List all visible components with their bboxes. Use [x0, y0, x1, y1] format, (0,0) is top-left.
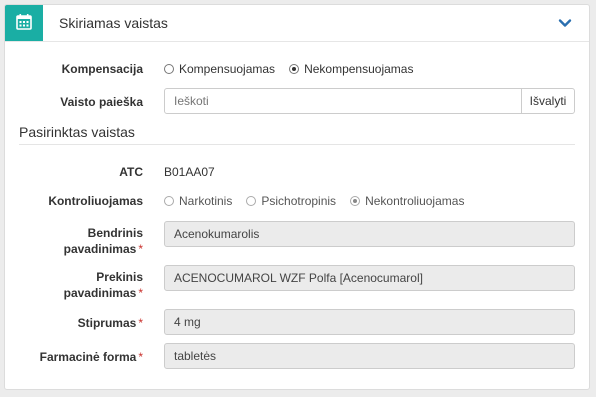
section-title: Pasirinktas vaistas	[19, 124, 135, 140]
radio-label: Psichotropinis	[261, 194, 337, 208]
generic-name-field[interactable]: Acenokumarolis	[164, 221, 575, 247]
label-line: Prekinis	[96, 270, 143, 284]
trade-name-field[interactable]: ACENOCUMAROL WZF Polfa [Acenocumarol]	[164, 265, 575, 291]
radio-label: Narkotinis	[179, 194, 233, 208]
radio-circle[interactable]	[164, 196, 174, 206]
drug-search-input[interactable]	[164, 88, 522, 114]
chevron-down-icon[interactable]	[557, 15, 573, 31]
compensation-radio-group: Kompensuojamas Nekompensuojamas	[164, 62, 427, 76]
label-line: pavadinimas *	[64, 285, 143, 301]
radio-nekontroliuojamas[interactable]: Nekontroliuojamas	[350, 194, 464, 208]
trade-name-label: Prekinis pavadinimas *	[64, 269, 143, 301]
generic-name-label: Bendrinis pavadinimas *	[64, 225, 143, 257]
required-marker: *	[138, 242, 143, 256]
label-text: pavadinimas	[63, 286, 137, 300]
atc-value: B01AA07	[164, 165, 215, 179]
required-marker: *	[138, 316, 143, 330]
strength-label: Stiprumas *	[78, 316, 143, 330]
radio-label: Nekompensuojamas	[304, 62, 414, 76]
radio-circle[interactable]	[164, 64, 174, 74]
pharma-form-label: Farmacinė forma *	[40, 350, 143, 364]
radio-label: Nekontroliuojamas	[365, 194, 465, 208]
required-marker: *	[138, 350, 143, 364]
atc-label: ATC	[119, 165, 143, 179]
label-text: pavadinimas	[63, 242, 137, 256]
radio-psichotropinis[interactable]: Psichotropinis	[246, 194, 336, 208]
label-text: Stiprumas	[77, 316, 137, 330]
panel-header[interactable]: Skiriamas vaistas	[5, 5, 589, 42]
label-text: Farmacinė forma	[39, 350, 137, 364]
radio-circle[interactable]	[246, 196, 257, 206]
compensation-label: Kompensacija	[61, 62, 143, 76]
radio-label: Kompensuojamas	[179, 62, 276, 76]
panel-title: Skiriamas vaistas	[59, 15, 168, 31]
radio-circle-selected[interactable]	[289, 64, 300, 74]
calendar-icon	[5, 5, 43, 41]
drug-search-label: Vaisto paieška	[60, 95, 143, 109]
radio-circle-selected[interactable]	[350, 196, 361, 206]
clear-button[interactable]: Išvalyti	[521, 88, 575, 114]
required-marker: *	[138, 286, 143, 300]
label-line: Bendrinis	[87, 226, 143, 240]
label-line: pavadinimas *	[64, 241, 143, 257]
controlled-radio-group: Narkotinis Psichotropinis Nekontroliuoja…	[164, 194, 478, 208]
prescribed-drug-panel: Skiriamas vaistas Kompensacija Kompensuo…	[4, 4, 590, 390]
radio-kompensuojamas[interactable]: Kompensuojamas	[164, 62, 275, 76]
pharma-form-field[interactable]: tabletės	[164, 343, 575, 369]
controlled-label: Kontroliuojamas	[48, 194, 143, 208]
radio-narkotinis[interactable]: Narkotinis	[164, 194, 232, 208]
strength-field[interactable]: 4 mg	[164, 309, 575, 335]
section-divider	[19, 144, 575, 145]
radio-nekompensuojamas[interactable]: Nekompensuojamas	[289, 62, 413, 76]
